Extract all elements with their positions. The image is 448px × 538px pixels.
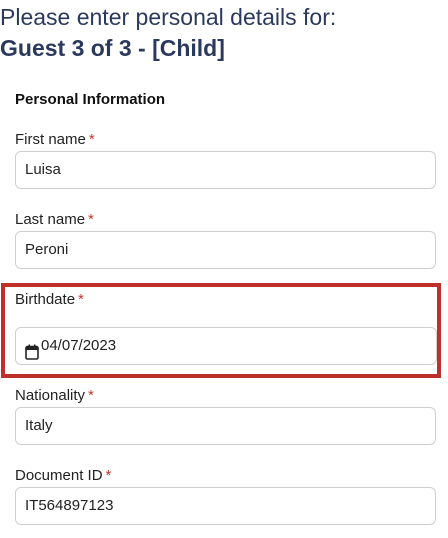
nationality-label-text: Nationality bbox=[15, 387, 86, 404]
required-marker: * bbox=[88, 211, 94, 228]
guest-subtitle: Guest 3 of 3 - [Child] bbox=[0, 35, 225, 61]
first-name-input[interactable]: Luisa bbox=[15, 151, 436, 189]
birthdate-label: Birthdate * bbox=[15, 290, 84, 310]
required-marker: * bbox=[105, 467, 112, 484]
required-marker: * bbox=[88, 387, 94, 404]
last-name-input[interactable]: Peroni bbox=[15, 231, 436, 269]
birthdate-label-text: Birthdate bbox=[15, 291, 76, 308]
document-id-label-text: Document ID bbox=[15, 467, 103, 484]
nationality-input[interactable]: Italy bbox=[15, 407, 436, 445]
nationality-label: Nationality * bbox=[15, 386, 94, 406]
first-name-label-text: First name bbox=[15, 131, 86, 148]
birthdate-value: 04/07/2023 bbox=[41, 337, 117, 354]
last-name-label: Last name * bbox=[15, 210, 94, 230]
first-name-label: First name * bbox=[15, 130, 95, 150]
document-id-label: Document ID * bbox=[15, 466, 111, 486]
required-marker: * bbox=[88, 131, 95, 148]
document-id-input[interactable]: IT564897123 bbox=[15, 487, 436, 525]
required-marker: * bbox=[78, 291, 84, 308]
section-title: Personal Information bbox=[15, 91, 166, 108]
page-title: Please enter personal details for: bbox=[0, 4, 337, 30]
birthdate-input[interactable]: 04/07/2023 bbox=[15, 327, 437, 365]
last-name-label-text: Last name bbox=[15, 211, 86, 228]
calendar-icon[interactable] bbox=[25, 338, 39, 360]
